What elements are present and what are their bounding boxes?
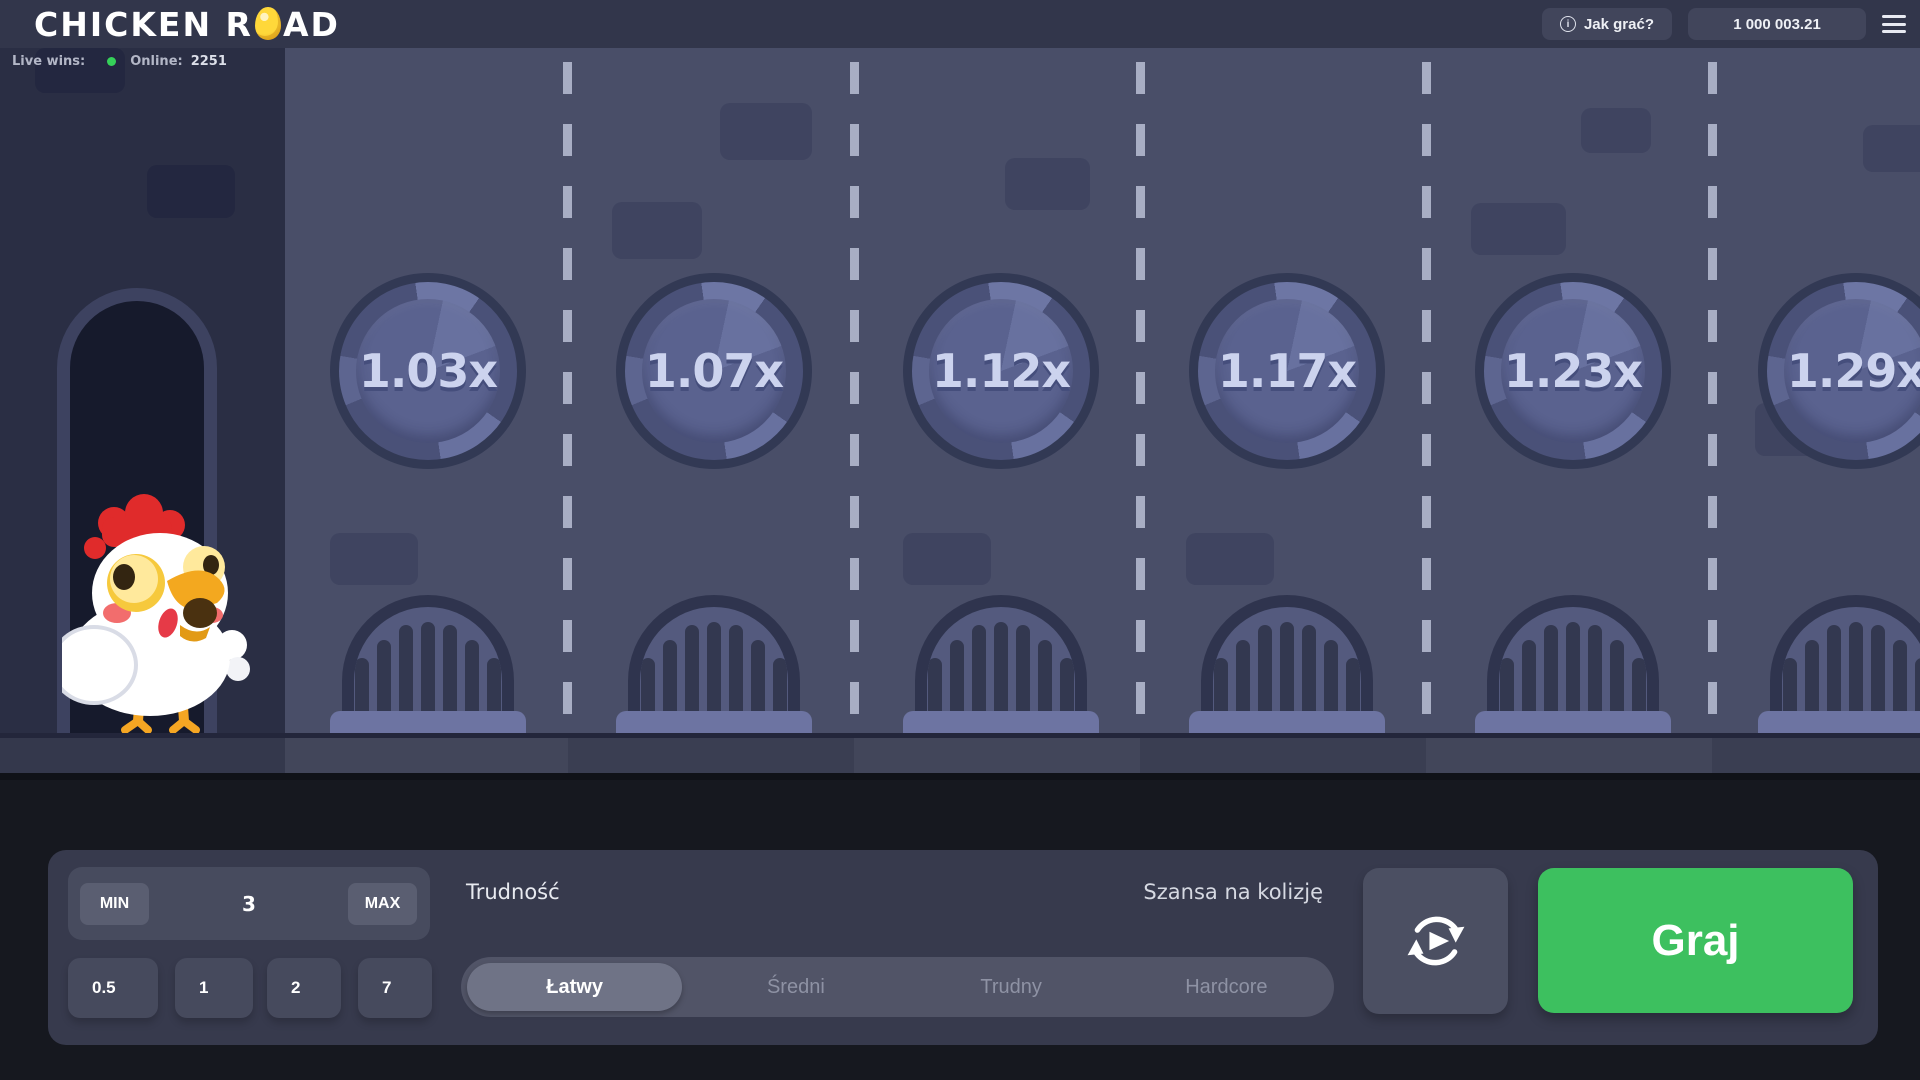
lane-divider (563, 62, 572, 733)
game-area: Live wins: Online: 2251 (0, 48, 1920, 780)
multiplier-label: 1.17x (1189, 273, 1385, 469)
road: 1.03x 1.07x 1.12x 1.17x 1.23x 1.29x (285, 48, 1920, 733)
lane-divider (1422, 62, 1431, 733)
multiplier-label: 1.29x (1758, 273, 1920, 469)
lane-divider (850, 62, 859, 733)
difficulty-tab-sredni[interactable]: Średni (688, 957, 903, 1017)
live-wins-label: Live wins: (12, 54, 85, 69)
road-patch (330, 533, 418, 585)
play-button[interactable]: Graj (1538, 868, 1853, 1013)
multiplier-label: 1.12x (903, 273, 1099, 469)
online-count: 2251 (191, 54, 227, 69)
multiplier-label: 1.23x (1475, 273, 1671, 469)
difficulty-label: Trudność (466, 880, 560, 904)
quick-bet-button[interactable]: 0.5 (68, 958, 158, 1018)
lane-divider (1708, 62, 1717, 733)
lane-divider (1136, 62, 1145, 733)
road-patch (1863, 125, 1920, 172)
multiplier-pad: 1.17x (1189, 273, 1385, 469)
logo-text-left: CHICKEN R (34, 5, 253, 44)
road-patch (1186, 533, 1274, 585)
road-patch (1005, 158, 1090, 210)
road-patch (903, 533, 991, 585)
online-label: Online: (130, 54, 183, 69)
balance-display[interactable]: 1 000 003.21 (1688, 8, 1866, 40)
road-patch (1471, 203, 1566, 255)
multiplier-pad: 1.23x (1475, 273, 1671, 469)
road-patch (720, 103, 812, 160)
info-icon: i (1560, 16, 1576, 32)
app-logo: CHICKEN R AD (34, 3, 340, 45)
road-patch (1581, 108, 1651, 153)
quick-bet-button[interactable]: 2 (267, 958, 341, 1018)
max-bet-button[interactable]: MAX (348, 883, 417, 925)
control-panel: MIN 3 MAX 0.5 1 2 7 Trudność Szansa na k… (48, 850, 1878, 1045)
difficulty-tab-hardcore[interactable]: Hardcore (1119, 957, 1334, 1017)
grate-ledge (1475, 711, 1671, 733)
collision-chance-label: Szansa na kolizję (933, 880, 1323, 904)
balance-value: 1 000 003.21 (1733, 16, 1821, 33)
how-to-play-button[interactable]: i Jak grać? (1542, 8, 1672, 40)
road-patch (147, 165, 235, 218)
difficulty-tab-latwy[interactable]: Łatwy (467, 963, 682, 1011)
logo-text-right: AD (283, 5, 340, 44)
multiplier-pad: 1.03x (330, 273, 526, 469)
grate-ledge (616, 711, 812, 733)
how-to-play-label: Jak grać? (1584, 16, 1654, 33)
start-sidewalk (0, 48, 285, 733)
autoplay-icon (1401, 906, 1471, 976)
grate-ledge (903, 711, 1099, 733)
quick-bet-button[interactable]: 1 (175, 958, 253, 1018)
chicken-character (62, 493, 252, 733)
multiplier-label: 1.03x (330, 273, 526, 469)
grate-ledge (1189, 711, 1385, 733)
multiplier-label: 1.07x (616, 273, 812, 469)
bet-amount-control: MIN 3 MAX (68, 867, 430, 940)
grate-ledge (1758, 711, 1920, 733)
chicken-road-game-screen: CHICKEN R AD i Jak grać? 1 000 003.21 Liv… (0, 0, 1920, 1080)
online-dot-icon (107, 57, 116, 66)
egg-icon (255, 7, 281, 40)
road-patch (612, 202, 702, 259)
difficulty-tabs: Łatwy Średni Trudny Hardcore (461, 957, 1334, 1017)
curb (0, 733, 1920, 780)
multiplier-pad: 1.07x (616, 273, 812, 469)
menu-button[interactable] (1882, 15, 1906, 33)
topbar-actions: i Jak grać? 1 000 003.21 (1542, 0, 1906, 48)
hamburger-icon (1882, 15, 1906, 18)
autoplay-button[interactable] (1363, 868, 1508, 1014)
grate-ledge (330, 711, 526, 733)
difficulty-tab-trudny[interactable]: Trudny (904, 957, 1119, 1017)
status-row: Live wins: Online: 2251 (12, 54, 227, 69)
top-bar: CHICKEN R AD i Jak grać? 1 000 003.21 (0, 0, 1920, 48)
multiplier-pad: 1.29x (1758, 273, 1920, 469)
multiplier-pad: 1.12x (903, 273, 1099, 469)
quick-bet-button[interactable]: 7 (358, 958, 432, 1018)
